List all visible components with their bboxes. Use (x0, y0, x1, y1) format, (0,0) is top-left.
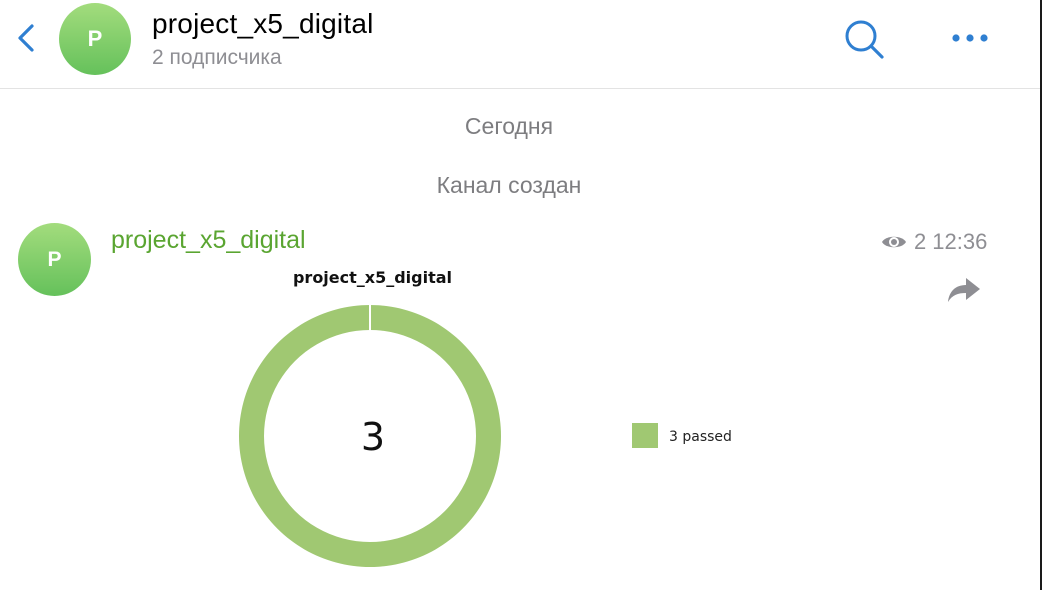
legend-swatch (632, 423, 658, 448)
chart-image[interactable]: project_x5_digital 33 passed (200, 262, 820, 590)
share-arrow-icon (948, 278, 980, 302)
eye-icon (882, 236, 906, 248)
message-meta: 2 12:36 (880, 229, 987, 255)
channel-avatar[interactable]: P (59, 3, 131, 75)
chevron-left-icon (18, 24, 34, 52)
message-time: 12:36 (932, 229, 988, 254)
search-icon (845, 20, 884, 59)
message-author-avatar[interactable]: P (18, 223, 91, 296)
subscriber-count: 2 подписчика (152, 46, 282, 69)
channel-avatar-letter: P (87, 26, 103, 51)
view-count: 2 (914, 229, 927, 254)
donut-center-label: 3 (361, 415, 385, 459)
search-button[interactable] (840, 16, 888, 64)
channel-header: P project_x5_digital 2 подписчика (0, 0, 1040, 89)
message-author-name[interactable]: project_x5_digital (111, 226, 306, 255)
service-message: Канал создан (436, 172, 582, 198)
date-separator: Сегодня (464, 113, 554, 139)
channel-title[interactable]: project_x5_digital (152, 8, 374, 40)
message-avatar-letter: P (47, 247, 62, 271)
back-button[interactable] (10, 18, 46, 58)
more-dots-icon (952, 34, 988, 42)
app-frame: P project_x5_digital 2 подписчика Сегодн… (0, 0, 1042, 590)
more-options-button[interactable] (944, 18, 996, 58)
donut-chart: 3 3 passed (238, 305, 732, 567)
forward-button[interactable] (944, 272, 984, 308)
legend-label: 3 passed (669, 429, 732, 445)
